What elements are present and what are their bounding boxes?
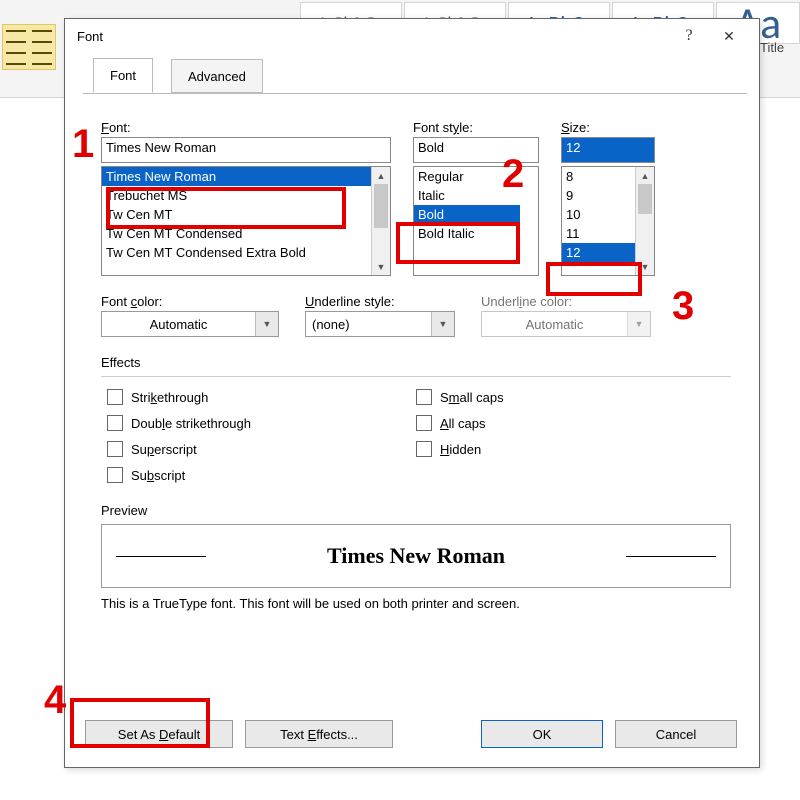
checkbox-hidden[interactable]: Hidden xyxy=(416,441,725,457)
fontstyle-list[interactable]: Regular Italic Bold Bold Italic xyxy=(413,166,539,276)
font-dialog: Font ? ✕ Font Advanced Font: Times New R… xyxy=(64,18,760,768)
preview-box: Times New Roman xyxy=(101,524,731,588)
size-input[interactable]: 12 xyxy=(561,137,655,163)
cancel-button[interactable]: Cancel xyxy=(615,720,737,748)
checkbox-subscript[interactable]: Subscript xyxy=(107,467,416,483)
font-list[interactable]: Times New Roman Trebuchet MS Tw Cen MT T… xyxy=(101,166,391,276)
dialog-title: Font xyxy=(75,29,103,44)
tab-advanced[interactable]: Advanced xyxy=(171,59,263,93)
font-label: Font: xyxy=(101,120,391,135)
list-item[interactable]: Tw Cen MT Condensed xyxy=(102,224,372,243)
text-effects-button[interactable]: Text Effects... xyxy=(245,720,393,748)
size-label: Size: xyxy=(561,120,655,135)
checkbox-strikethrough[interactable]: Strikethrough xyxy=(107,389,416,405)
underlinecolor-combo: Automatic ▼ xyxy=(481,311,651,337)
preview-header: Preview xyxy=(101,503,731,518)
annotation-4: 4 xyxy=(44,680,66,720)
checkbox-allcaps[interactable]: All caps xyxy=(416,415,725,431)
list-item[interactable]: 8 xyxy=(562,167,636,186)
list-item[interactable]: Bold Italic xyxy=(414,224,520,243)
fontstyle-input[interactable]: Bold xyxy=(413,137,539,163)
chevron-down-icon[interactable]: ▼ xyxy=(431,312,454,336)
list-item[interactable]: Italic xyxy=(414,186,520,205)
tab-font[interactable]: Font xyxy=(93,58,153,93)
style-label: Title xyxy=(760,40,784,55)
size-list[interactable]: 8 9 10 11 12 ▲▼ xyxy=(561,166,655,276)
underlinecolor-label: Underline color: xyxy=(481,294,651,309)
checkbox-smallcaps[interactable]: Small caps xyxy=(416,389,725,405)
list-item[interactable]: 9 xyxy=(562,186,636,205)
underline-label: Underline style: xyxy=(305,294,455,309)
list-item[interactable]: Regular xyxy=(414,167,520,186)
chevron-down-icon[interactable]: ▼ xyxy=(255,312,278,336)
list-item[interactable]: Trebuchet MS xyxy=(102,186,372,205)
fontstyle-label: Font style: xyxy=(413,120,539,135)
list-item[interactable]: Tw Cen MT xyxy=(102,205,372,224)
preview-text: Times New Roman xyxy=(327,543,505,569)
ok-button[interactable]: OK xyxy=(481,720,603,748)
list-item[interactable]: Bold xyxy=(414,205,520,224)
fontcolor-label: Font color: xyxy=(101,294,279,309)
list-item[interactable]: 10 xyxy=(562,205,636,224)
set-default-button[interactable]: Set As Default xyxy=(85,720,233,748)
list-item[interactable]: Tw Cen MT Condensed Extra Bold xyxy=(102,243,372,262)
fontcolor-combo[interactable]: Automatic ▼ xyxy=(101,311,279,337)
checkbox-doublestrike[interactable]: Double strikethrough xyxy=(107,415,416,431)
effects-header: Effects xyxy=(101,355,731,370)
list-item[interactable]: 12 xyxy=(562,243,636,262)
help-icon[interactable]: ? xyxy=(669,21,709,51)
list-item[interactable]: Times New Roman xyxy=(102,167,372,186)
list-item[interactable]: 11 xyxy=(562,224,636,243)
checkbox-superscript[interactable]: Superscript xyxy=(107,441,416,457)
chevron-down-icon: ▼ xyxy=(627,312,650,336)
close-icon[interactable]: ✕ xyxy=(709,21,749,51)
font-input[interactable]: Times New Roman xyxy=(101,137,391,163)
font-description: This is a TrueType font. This font will … xyxy=(101,596,731,611)
underline-combo[interactable]: (none) ▼ xyxy=(305,311,455,337)
